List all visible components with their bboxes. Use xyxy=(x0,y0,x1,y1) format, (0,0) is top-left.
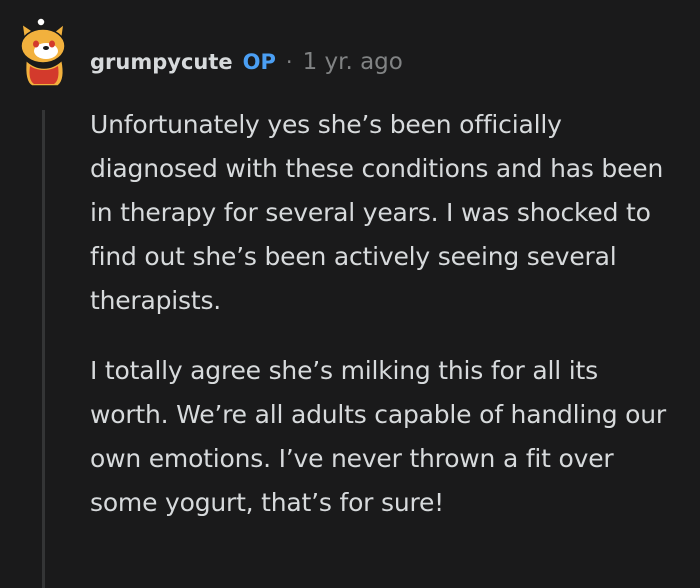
user-avatar-icon[interactable] xyxy=(14,17,74,88)
snoo-avatar-icon xyxy=(20,17,66,87)
comment-paragraph: I totally agree she’s milking this for a… xyxy=(90,356,667,517)
comment-paragraph: Unfortunately yes she’s been officially … xyxy=(90,110,664,315)
comment: grumpycute OP · 1 yr. ago Unfortunately … xyxy=(0,0,700,588)
comment-body: Unfortunately yes she’s been officially … xyxy=(90,103,680,551)
comment-timestamp[interactable]: 1 yr. ago xyxy=(303,49,403,75)
comment-meta: grumpycute OP · 1 yr. ago xyxy=(90,47,403,77)
op-badge: OP xyxy=(242,50,276,74)
username-link[interactable]: grumpycute xyxy=(90,50,233,74)
thread-line[interactable] xyxy=(42,110,45,588)
meta-separator: · xyxy=(285,50,293,74)
